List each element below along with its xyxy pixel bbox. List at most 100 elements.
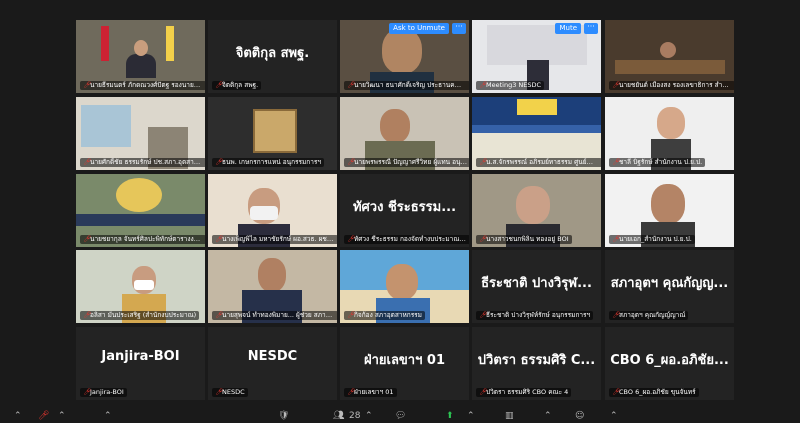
- reactions-icon[interactable]: ☺: [575, 411, 584, 421]
- participant-tile[interactable]: ทัศวง ชีระธรรม... 🎤︎ทัศวง ชีระธรรม กองจัด…: [340, 174, 469, 247]
- participant-tile[interactable]: ธีระชาติ ปางวิรุฬ... 🎤︎ธีระชาติ ปางวิรุฬห…: [472, 250, 601, 323]
- video-shape: [517, 99, 557, 115]
- video-shape: [250, 206, 278, 220]
- video-shape: [472, 125, 601, 133]
- participant-tile[interactable]: 🎤︎นายเอก_สำนักงาน ป.ย.ป.: [605, 174, 734, 247]
- participant-tile[interactable]: สภาอุตฯ คุณกัญญ... 🎤︎สภาอุตฯ คุณกัญญ์ญาณ์: [605, 250, 734, 323]
- participant-name-label: 🎤︎กิจก้อง สภาอุตสาหกรรม: [344, 311, 425, 320]
- participant-tile[interactable]: 🎤︎นายชยันต์ เมืองสง รองเลขาธิการ สำนักงา…: [605, 20, 734, 93]
- participant-name: นางสาวชนกพิลิน ทองอยู่ BOI: [486, 235, 569, 243]
- share-screen-icon[interactable]: ⬆︎: [446, 411, 454, 421]
- participant-name: น.ส.จักรพรรณ์ อภิรมย์ทาธรรม ศูนย์อำนวยกา…: [486, 158, 601, 166]
- participant-tile[interactable]: Mute ··· 🎤︎Meeting3 NESDC: [472, 20, 601, 93]
- muted-mic-icon: 🎤︎: [347, 388, 356, 396]
- participant-name-label: 🎤︎นายเอก_สำนักงาน ป.ย.ป.: [609, 235, 695, 244]
- chevron-up-icon[interactable]: ⌃: [467, 411, 475, 421]
- video-gallery-grid: 🎤︎นายธีรมนตร์ ภักดณวงศ์ปัตฐ รองนายกรัฐมน…: [76, 20, 734, 400]
- video-shape: [516, 186, 550, 224]
- participant-tile[interactable]: 🎤︎ชาลี บิฐรักษ์ สำนักงาน ป.ย.ป.: [605, 97, 734, 170]
- participant-tile[interactable]: 🎤︎นางสาวชนกพิลิน ทองอยู่ BOI: [472, 174, 601, 247]
- chat-icon[interactable]: 💬︎: [395, 411, 406, 421]
- participant-name-label: 🎤︎นายพรพรรณี ปัญญาศรีวิทย ผู้แทน อนุกรรม…: [344, 158, 469, 167]
- participant-name-label: 🎤︎Janjira-BOI: [80, 388, 127, 397]
- participant-display-name: ทัศวง ชีระธรรม...: [352, 200, 457, 215]
- muted-mic-icon: 🎤︎: [612, 311, 621, 319]
- video-shape: [386, 264, 418, 300]
- participant-display-name: NESDC: [247, 349, 298, 364]
- record-icon[interactable]: ▥: [505, 411, 514, 421]
- participant-name: Janjira-BOI: [90, 388, 124, 396]
- participant-tile[interactable]: จิตติกุล สพฐ. 🎤︎จิตติกุล สพฐ.: [208, 20, 337, 93]
- muted-mic-icon: 🎤︎: [215, 235, 224, 243]
- chevron-up-icon[interactable]: ⌃: [544, 411, 552, 421]
- participant-name: ธนพ. เกษกรการแหน่ อนุกรรมการฯ: [222, 158, 322, 166]
- participant-tile[interactable]: Janjira-BOI 🎤︎Janjira-BOI: [76, 327, 205, 400]
- muted-mic-icon: 🎤︎: [347, 158, 356, 166]
- muted-mic-icon: 🎤︎: [479, 388, 488, 396]
- more-options-button[interactable]: ···: [584, 23, 598, 34]
- participant-name: กิจก้อง สภาอุตสาหกรรม: [354, 311, 422, 319]
- participant-name: NESDC: [222, 388, 245, 396]
- muted-mic-icon: 🎤︎: [479, 311, 488, 319]
- video-shape: [134, 40, 148, 56]
- participant-name: ธีระชาติ ปางวิรุฬห์รักษ์ อนุกรรมการฯ: [486, 311, 591, 319]
- participant-tile[interactable]: 🎤︎นายธีรมนตร์ ภักดณวงศ์ปัตฐ รองนายกรัฐมน…: [76, 20, 205, 93]
- muted-mic-icon: 🎤︎: [612, 235, 621, 243]
- muted-mic-icon: 🎤︎: [83, 81, 92, 89]
- participant-name: นายชยากุล จันทร์ศิลปะพิทักษ์ตารางงานรอง.…: [90, 235, 205, 243]
- more-options-button[interactable]: ···: [452, 23, 466, 34]
- participant-name: CBO 6_ผอ.อภิชัย ขุนจันทร์: [619, 388, 696, 396]
- participant-display-name: จิตติกุล สพฐ.: [235, 46, 310, 61]
- participant-tile[interactable]: ปวิตรา ธรรมศิริ C... 🎤︎ปวิตรา ธรรมศิริ CB…: [472, 327, 601, 400]
- participant-name: นายสุพจน์ ทำทองพิมาย... ผู้ช่วย สภาอุตสา…: [222, 311, 337, 319]
- participant-tile[interactable]: 🎤︎ธนพ. เกษกรการแหน่ อนุกรรมการฯ: [208, 97, 337, 170]
- mute-audio-icon[interactable]: 🎤︎: [38, 411, 49, 421]
- participant-tile[interactable]: 🎤︎กิจก้อง สภาอุตสาหกรรม: [340, 250, 469, 323]
- participant-display-name: ฝ่ายเลขาฯ 01: [363, 353, 446, 368]
- participant-tile[interactable]: 🎤︎นายชยากุล จันทร์ศิลปะพิทักษ์ตารางงานรอ…: [76, 174, 205, 247]
- muted-mic-icon: 🎤︎: [83, 235, 92, 243]
- muted-mic-icon: 🎤︎: [612, 158, 621, 166]
- participant-name-label: 🎤︎นางเพ็ญพิไล มหาชัยรักษ์ ผอ.สวธ. ผชน. ป…: [212, 235, 337, 244]
- muted-mic-icon: 🎤︎: [479, 81, 488, 89]
- muted-mic-icon: 🎤︎: [215, 81, 224, 89]
- video-shape: [657, 107, 685, 139]
- participant-tile[interactable]: 🎤︎นายสุพจน์ ทำทองพิมาย... ผู้ช่วย สภาอุต…: [208, 250, 337, 323]
- participant-name-label: 🎤︎นายชยากุล จันทร์ศิลปะพิทักษ์ตารางงานรอ…: [80, 235, 205, 244]
- participant-name-label: 🎤︎CBO 6_ผอ.อภิชัย ขุนจันทร์: [609, 388, 699, 397]
- participant-tile[interactable]: 🎤︎นายศักดิ์ชัย ธรรมรักษ์ ปช.สภา.อุตสาหกร…: [76, 97, 205, 170]
- participant-name-label: 🎤︎นายสุพจน์ ทำทองพิมาย... ผู้ช่วย สภาอุต…: [212, 311, 337, 320]
- muted-mic-icon: 🎤︎: [479, 158, 488, 166]
- participant-name-label: 🎤︎Meeting3 NESDC: [476, 81, 545, 90]
- participant-display-name: ธีระชาติ ปางวิรุฬ...: [481, 276, 592, 291]
- chevron-up-icon[interactable]: ⌃: [58, 411, 66, 421]
- participant-tile[interactable]: 🎤︎นางเพ็ญพิไล มหาชัยรักษ์ ผอ.สวธ. ผชน. ป…: [208, 174, 337, 247]
- participant-tile[interactable]: 🎤︎นายพรพรรณี ปัญญาศรีวิทย ผู้แทน อนุกรรม…: [340, 97, 469, 170]
- muted-mic-icon: 🎤︎: [215, 311, 224, 319]
- participant-name: นายศักดิ์ชัย ธรรมรักษ์ ปช.สภา.อุตสาหกรรม…: [90, 158, 205, 166]
- participant-tile[interactable]: ฝ่ายเลขาฯ 01 🎤︎ฝ่ายเลขาฯ 01: [340, 327, 469, 400]
- video-shape: [651, 184, 685, 224]
- muted-mic-icon: 🎤︎: [83, 388, 92, 396]
- participant-tile[interactable]: 🎤︎น.ส.จักรพรรณ์ อภิรมย์ทาธรรม ศูนย์อำนวย…: [472, 97, 601, 170]
- ask-to-unmute-button[interactable]: Ask to Unmute: [389, 23, 449, 34]
- chevron-up-icon[interactable]: ⌃: [14, 411, 22, 421]
- chevron-up-icon[interactable]: ⌃: [610, 411, 618, 421]
- muted-mic-icon: 🎤︎: [347, 81, 356, 89]
- muted-mic-icon: 🎤︎: [347, 235, 356, 243]
- participant-name-label: 🎤︎ธีระชาติ ปางวิรุฬห์รักษ์ อนุกรรมการฯ: [476, 311, 594, 320]
- participant-display-name: Janjira-BOI: [101, 349, 180, 364]
- chevron-up-icon[interactable]: ⌃: [104, 411, 112, 421]
- chevron-up-icon[interactable]: ⌃: [365, 411, 373, 421]
- participants-icon[interactable]: 👥︎: [333, 411, 344, 421]
- participant-tile[interactable]: 🎤︎อลิสา มั่นประเสริฐ (สำนักงบประมาณ): [76, 250, 205, 323]
- mute-button[interactable]: Mute: [555, 23, 581, 34]
- muted-mic-icon: 🎤︎: [83, 311, 92, 319]
- participant-tile[interactable]: Ask to Unmute ··· 🎤︎นายวิฒนา ธนาศักดิ์เจริ…: [340, 20, 469, 93]
- participant-tile[interactable]: CBO 6_ผอ.อภิชัย... 🎤︎CBO 6_ผอ.อภิชัย ขุนจ…: [605, 327, 734, 400]
- participant-name: ทัศวง ชีระธรรม กองจัดทำงบประมาณเขต...: [354, 235, 469, 243]
- participant-tile[interactable]: NESDC 🎤︎NESDC: [208, 327, 337, 400]
- participant-display-name: สภาอุตฯ คุณกัญญ...: [610, 276, 729, 291]
- video-shape: [382, 28, 422, 74]
- security-icon[interactable]: 🛡︎: [278, 411, 289, 421]
